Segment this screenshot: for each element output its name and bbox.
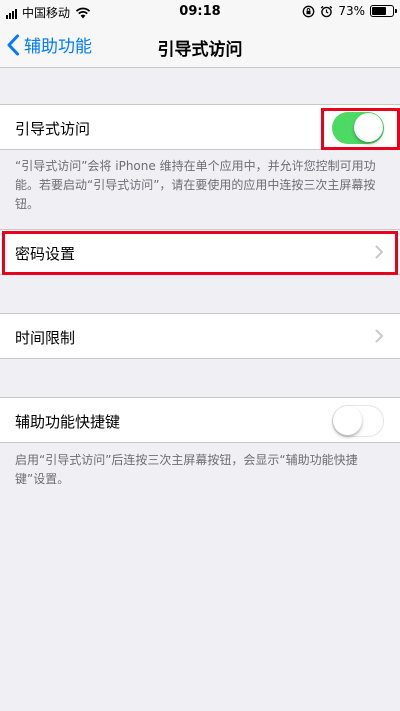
highlight-box-toggle bbox=[321, 108, 400, 150]
alarm-icon bbox=[321, 5, 333, 17]
status-right: 73% bbox=[302, 4, 397, 18]
accessibility-shortcut-label: 辅助功能快捷键 bbox=[15, 413, 121, 431]
highlight-box-passcode bbox=[2, 231, 398, 275]
accessibility-shortcut-toggle[interactable] bbox=[332, 405, 384, 437]
time-limits-label: 时间限制 bbox=[15, 329, 76, 347]
screen: 中国移动 09:18 73% 辅助功能 引导式访问 引导式访问 “引导式访问”会… bbox=[0, 0, 400, 711]
toggle-knob bbox=[333, 406, 362, 435]
page-title: 引导式访问 bbox=[157, 40, 243, 60]
battery-percent: 73% bbox=[338, 4, 365, 18]
time-limits-cell[interactable]: 时间限制 bbox=[0, 313, 400, 359]
chevron-right-icon bbox=[375, 329, 383, 343]
accessibility-shortcut-footer: 启用“引导式访问”后连按三次主屏幕按钮，会显示“辅助功能快捷键”设置。 bbox=[15, 453, 358, 486]
accessibility-shortcut-cell: 辅助功能快捷键 bbox=[0, 397, 400, 443]
battery-icon bbox=[370, 5, 397, 17]
status-bar: 中国移动 09:18 73% bbox=[0, 0, 400, 24]
orientation-lock-icon bbox=[302, 5, 315, 17]
navigation-bar: 辅助功能 引导式访问 bbox=[0, 24, 400, 68]
guided-access-footer: “引导式访问”会将 iPhone 维持在单个应用中，并允许您控制可用功能。若要启… bbox=[15, 159, 376, 211]
guided-access-label: 引导式访问 bbox=[15, 120, 91, 138]
